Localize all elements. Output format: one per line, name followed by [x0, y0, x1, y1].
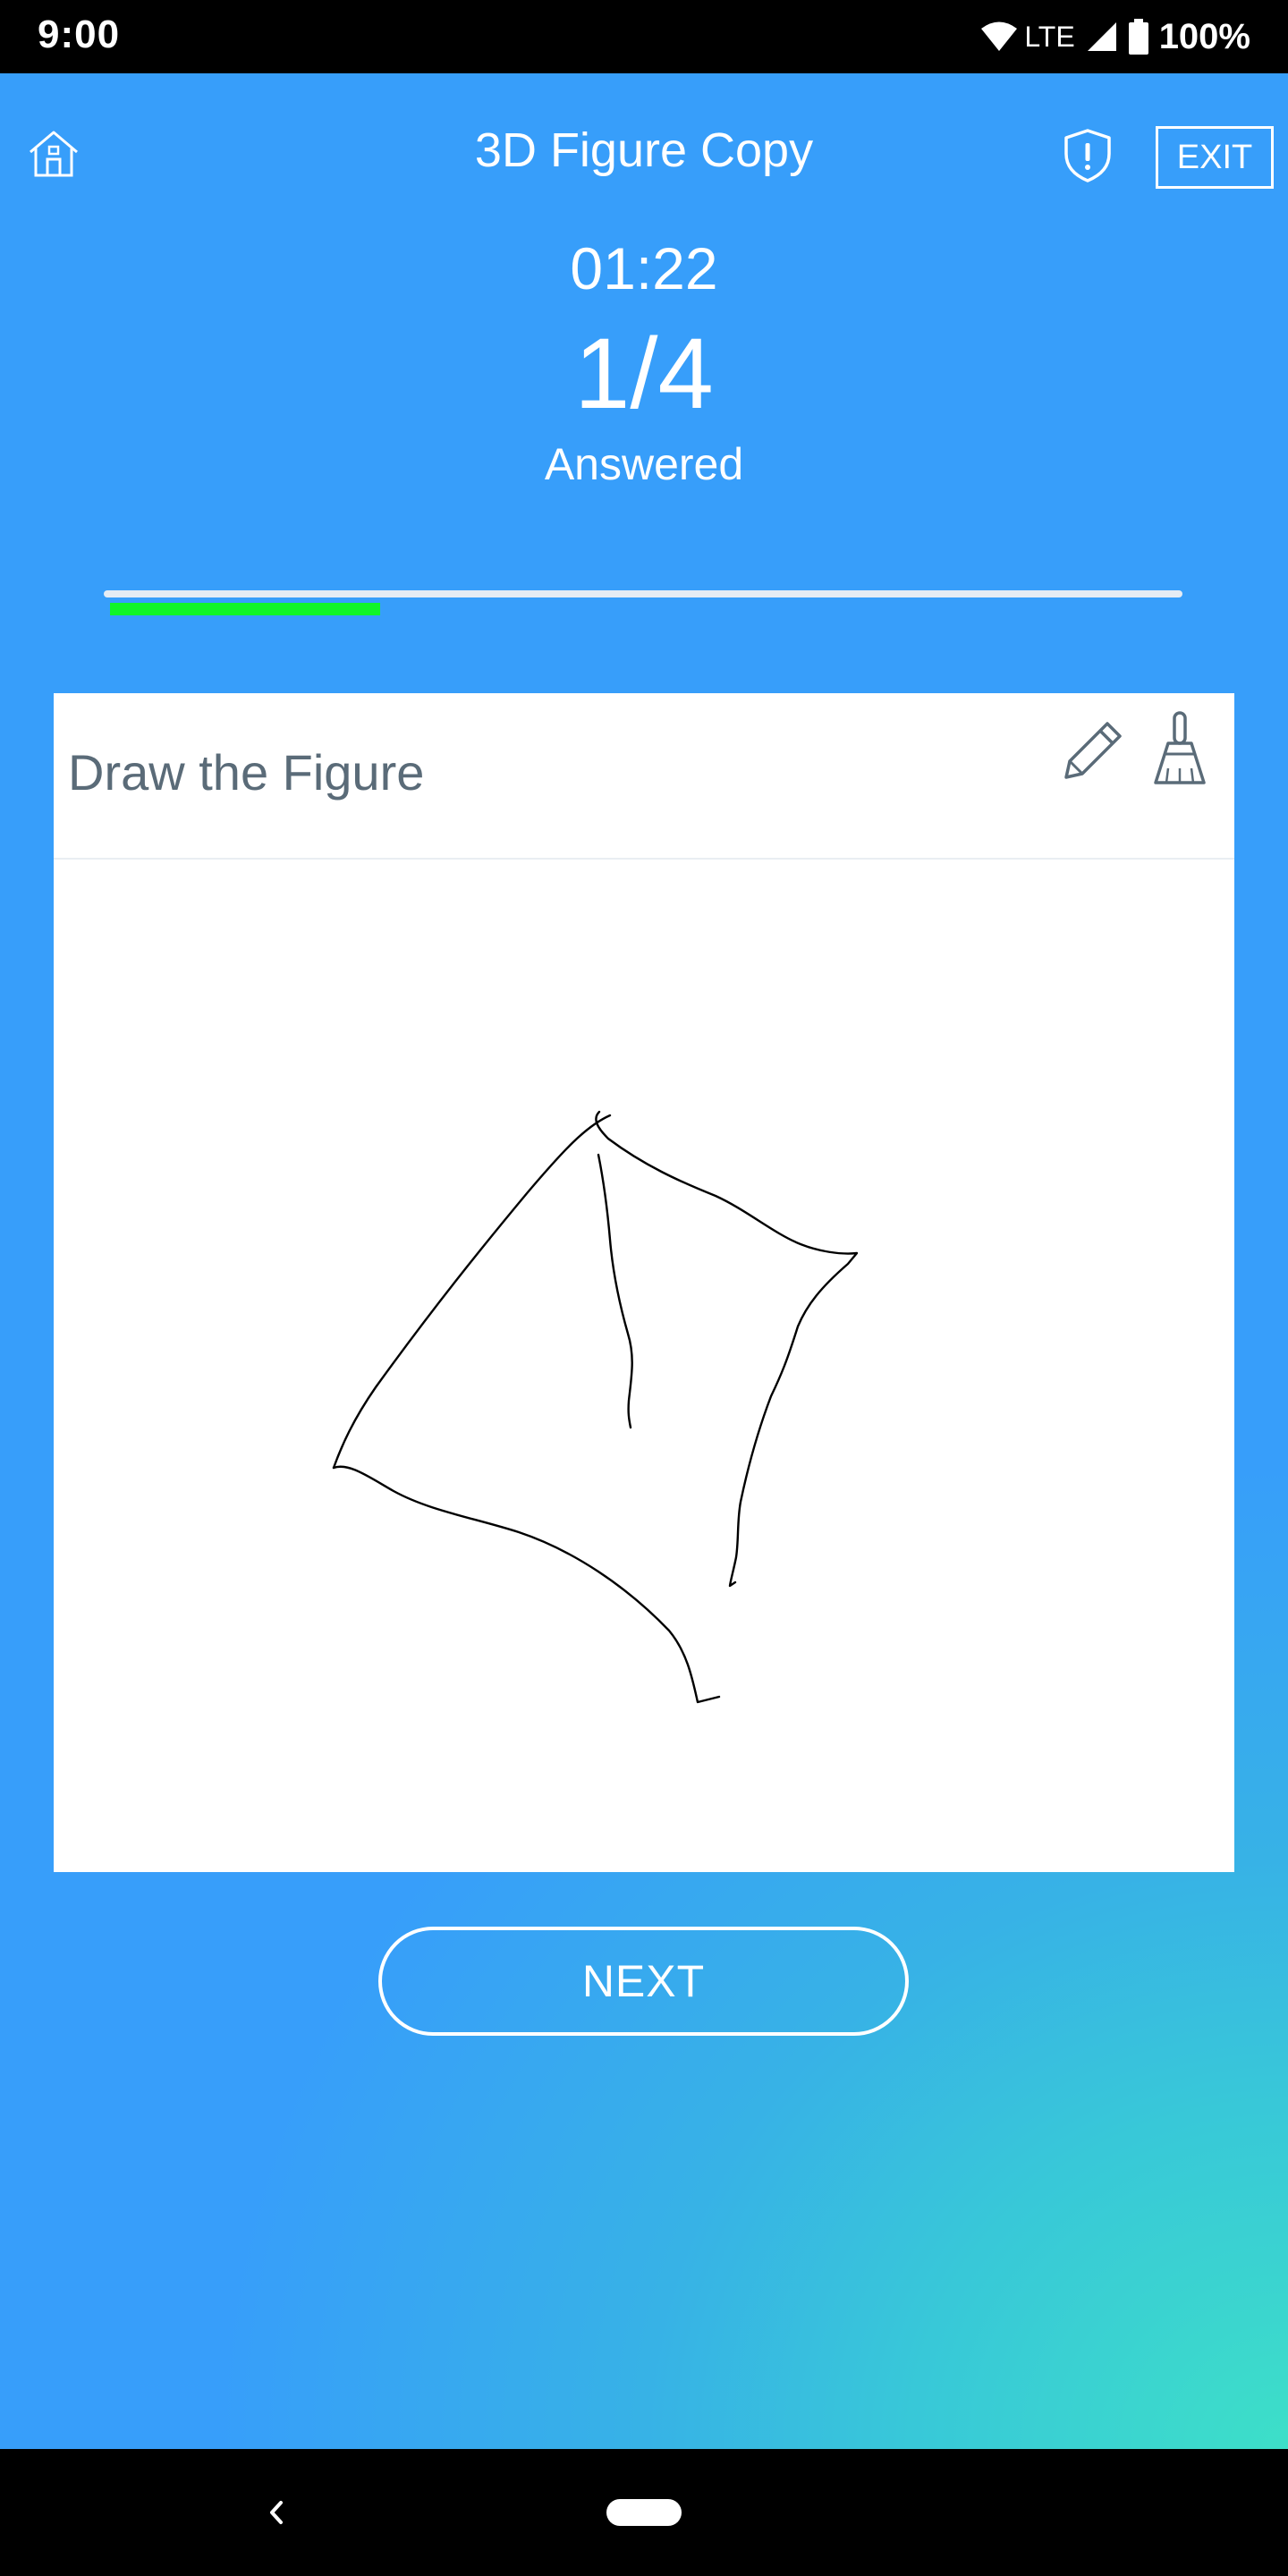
system-nav-bar: [0, 2449, 1288, 2576]
status-indicators: LTE 100%: [979, 11, 1250, 63]
pencil-icon: [1064, 722, 1122, 779]
privacy-button[interactable]: [1061, 127, 1114, 184]
shield-icon: [1064, 129, 1111, 182]
progress-track: [104, 590, 1182, 597]
exit-button[interactable]: EXIT: [1156, 126, 1274, 189]
broom-icon: [1154, 711, 1206, 784]
timer: 01:22: [570, 235, 718, 301]
answered-count: 1/4: [574, 318, 714, 429]
wifi-icon: [981, 21, 1018, 51]
pencil-button[interactable]: [1059, 716, 1127, 784]
back-button[interactable]: [258, 2490, 293, 2535]
user-drawing: [332, 1110, 859, 1704]
progress-fill: [110, 603, 380, 615]
card-title: Draw the Figure: [68, 744, 425, 801]
app-screen: 3D Figure Copy EXIT 01:22 1/4 Answered D…: [0, 73, 1288, 2449]
battery-icon: [1128, 19, 1148, 55]
battery-level: 100%: [1158, 16, 1250, 56]
home-pill[interactable]: [606, 2499, 682, 2526]
card-header: Draw the Figure: [54, 693, 1234, 860]
answered-label: Answered: [544, 439, 744, 489]
drawing-card: Draw the Figure: [54, 693, 1234, 1872]
status-bar: 9:00 LTE 100%: [0, 0, 1288, 73]
cell-signal-icon: [1087, 22, 1116, 51]
clear-button[interactable]: [1150, 711, 1209, 788]
back-icon: [270, 2501, 283, 2524]
status-time: 9:00: [38, 13, 121, 56]
next-button[interactable]: NEXT: [378, 1927, 909, 2036]
drawing-canvas[interactable]: [54, 860, 1234, 1872]
network-type: LTE: [1024, 20, 1075, 53]
